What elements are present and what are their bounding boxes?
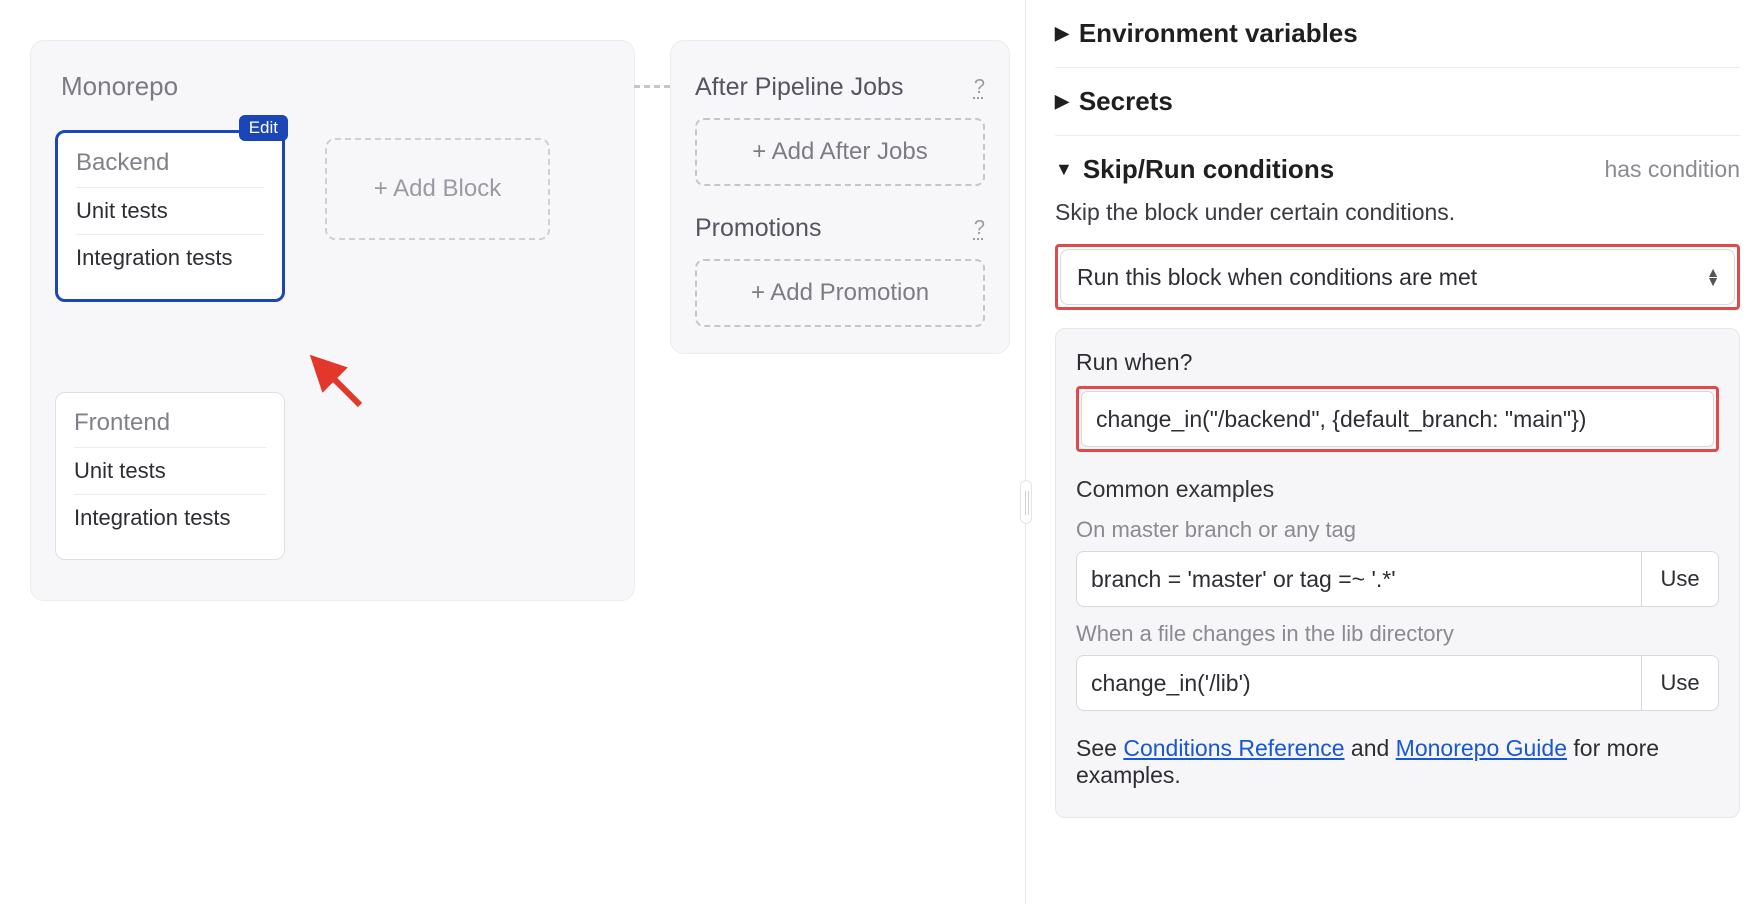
select-value: Run this block when conditions are met — [1077, 264, 1477, 291]
highlight-box: Run this block when conditions are met ▲… — [1055, 244, 1740, 310]
pipeline-card: Monorepo Edit Backend Unit tests Integra… — [30, 40, 635, 601]
chevron-right-icon: ▶ — [1055, 91, 1069, 112]
condition-badge: has condition — [1604, 156, 1740, 183]
edit-badge[interactable]: Edit — [239, 115, 288, 141]
conditions-subcard: Run when? Common examples On master bran… — [1055, 328, 1740, 818]
job-item[interactable]: Unit tests — [74, 447, 266, 494]
select-arrows-icon: ▲▼ — [1706, 268, 1720, 286]
example-input[interactable] — [1076, 655, 1642, 711]
conditions-mode-select[interactable]: Run this block when conditions are met ▲… — [1060, 249, 1735, 305]
section-title: Environment variables — [1079, 18, 1358, 49]
pipeline-title: Monorepo — [61, 71, 610, 102]
panel-resize-handle[interactable] — [1020, 480, 1032, 524]
section-conditions[interactable]: ▼ Skip/Run conditions has condition — [1055, 154, 1740, 185]
after-pipeline-card: After Pipeline Jobs ? + Add After Jobs P… — [670, 40, 1010, 354]
section-secrets[interactable]: ▶ Secrets — [1055, 86, 1740, 117]
help-icon[interactable]: ? — [974, 217, 985, 240]
block-frontend[interactable]: Frontend Unit tests Integration tests — [55, 392, 285, 560]
panel-divider — [1025, 0, 1026, 904]
help-icon[interactable]: ? — [974, 76, 985, 99]
run-when-input[interactable] — [1081, 391, 1714, 447]
add-promotion-button[interactable]: + Add Promotion — [695, 259, 985, 327]
promotions-title: Promotions — [695, 214, 821, 243]
after-pipeline-title: After Pipeline Jobs — [695, 73, 903, 102]
examples-title: Common examples — [1076, 476, 1719, 503]
section-title: Skip/Run conditions — [1083, 154, 1334, 185]
use-button[interactable]: Use — [1642, 551, 1719, 607]
block-title-backend: Backend — [76, 149, 264, 177]
use-button[interactable]: Use — [1642, 655, 1719, 711]
run-when-label: Run when? — [1076, 349, 1719, 376]
job-item[interactable]: Unit tests — [76, 187, 264, 234]
job-item[interactable]: Integration tests — [74, 494, 266, 541]
example-input[interactable] — [1076, 551, 1642, 607]
section-title: Secrets — [1079, 86, 1173, 117]
reference-line: See Conditions Reference and Monorepo Gu… — [1076, 735, 1719, 789]
section-environment-variables[interactable]: ▶ Environment variables — [1055, 18, 1740, 49]
block-backend[interactable]: Edit Backend Unit tests Integration test… — [55, 130, 285, 302]
chevron-right-icon: ▶ — [1055, 23, 1069, 44]
conditions-reference-link[interactable]: Conditions Reference — [1123, 735, 1344, 761]
example-desc: On master branch or any tag — [1076, 517, 1719, 543]
conditions-description: Skip the block under certain conditions. — [1055, 199, 1740, 226]
monorepo-guide-link[interactable]: Monorepo Guide — [1396, 735, 1567, 761]
chevron-down-icon: ▼ — [1055, 159, 1073, 180]
add-block-button[interactable]: + Add Block — [325, 138, 550, 240]
example-desc: When a file changes in the lib directory — [1076, 621, 1719, 647]
add-after-jobs-button[interactable]: + Add After Jobs — [695, 118, 985, 186]
block-title-frontend: Frontend — [74, 409, 266, 437]
job-item[interactable]: Integration tests — [76, 234, 264, 281]
highlight-box — [1076, 386, 1719, 452]
pipeline-connector — [634, 85, 670, 88]
